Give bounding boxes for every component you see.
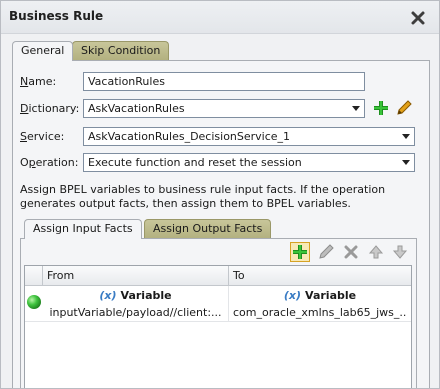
column-header-from[interactable]: From	[43, 266, 229, 286]
from-variable-path: inputVariable/payload//client:...	[49, 306, 222, 319]
green-circle-icon	[27, 295, 41, 309]
service-value: AskVacationRules_DecisionService_1	[88, 130, 291, 143]
operation-value: Execute function and reset the session	[88, 156, 302, 169]
status-column-header	[25, 266, 43, 286]
variable-icon: (x)	[283, 289, 302, 302]
column-header-to[interactable]: To	[229, 266, 411, 286]
edit-pencil-icon[interactable]	[317, 243, 335, 261]
status-cell	[25, 286, 43, 322]
delete-x-icon[interactable]	[342, 243, 360, 261]
business-rule-dialog: Business Rule General Skip Condition Nam…	[0, 0, 440, 389]
arrow-up-icon[interactable]	[367, 243, 385, 261]
tab-general[interactable]: General	[12, 41, 74, 61]
tab-assign-output-facts[interactable]: Assign Output Facts	[144, 219, 272, 238]
dictionary-value: AskVacationRules	[88, 102, 185, 115]
chevron-down-icon	[402, 134, 410, 139]
name-field[interactable]: VacationRules	[83, 72, 365, 91]
edit-dictionary-pencil-icon[interactable]	[395, 99, 413, 117]
operation-select[interactable]: Execute function and reset the session	[83, 153, 415, 172]
service-select[interactable]: AskVacationRules_DecisionService_1	[83, 127, 415, 146]
description-line-2: generates output facts, then assign them…	[20, 197, 351, 210]
arrow-down-icon[interactable]	[391, 243, 409, 261]
tab-assign-input-facts[interactable]: Assign Input Facts	[24, 219, 142, 239]
add-plus-icon[interactable]	[290, 242, 310, 262]
dialog-title: Business Rule	[9, 9, 104, 23]
variable-icon: (x)	[99, 289, 117, 302]
tab-skip-condition[interactable]: Skip Condition	[72, 41, 170, 60]
description-line-1: Assign BPEL variables to business rule i…	[20, 183, 386, 196]
dictionary-label: Dictionary:	[20, 102, 80, 115]
title-bar: Business Rule	[1, 1, 439, 34]
operation-label: Operation:	[20, 156, 79, 169]
dictionary-select[interactable]: AskVacationRules	[83, 99, 365, 118]
chevron-down-icon	[402, 160, 410, 165]
add-dictionary-plus-icon[interactable]	[372, 99, 390, 117]
to-variable-type: (x) Variable	[283, 289, 357, 302]
to-variable-path: com_oracle_xmlns_lab65_jws_...	[233, 306, 407, 319]
from-variable-type: (x) Variable	[99, 289, 172, 302]
service-label: Service:	[20, 130, 65, 143]
facts-table: From To (x) Variable inputVariable/paylo…	[24, 265, 412, 388]
close-icon[interactable]	[409, 9, 427, 27]
description-text: Assign BPEL variables to business rule i…	[20, 183, 420, 211]
name-label: Name:	[20, 75, 57, 88]
table-row[interactable]: (x) Variable inputVariable/payload//clien…	[25, 286, 411, 322]
from-cell[interactable]: (x) Variable inputVariable/payload//clien…	[43, 286, 229, 322]
to-cell[interactable]: (x) Variable com_oracle_xmlns_lab65_jws_.…	[229, 286, 411, 322]
chevron-down-icon	[352, 106, 360, 111]
